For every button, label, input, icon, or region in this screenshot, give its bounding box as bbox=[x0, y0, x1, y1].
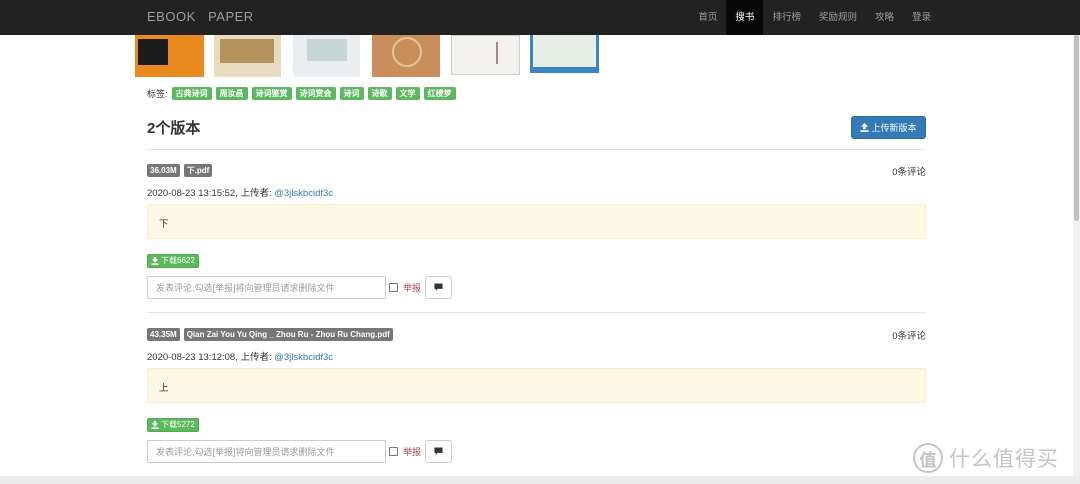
vertical-scrollbar[interactable] bbox=[1073, 35, 1080, 484]
nav-item-search-books[interactable]: 搜书 bbox=[726, 0, 764, 35]
version-entry: 36.03M 下.pdf 0条评论 2020-08-23 13:15:52, 上… bbox=[147, 164, 926, 314]
report-checkbox[interactable] bbox=[389, 447, 398, 456]
upload-datetime: 2020-08-23 13:15:52, bbox=[147, 188, 238, 199]
file-badges: 36.03M 下.pdf bbox=[147, 164, 216, 177]
top-navbar: EBOOK PAPER 首页 搜书 排行榜 奖励规则 攻略 登录 bbox=[0, 0, 1080, 35]
nav-item-guide[interactable]: 攻略 bbox=[866, 0, 903, 35]
download-button[interactable]: 下载6622 bbox=[147, 254, 199, 268]
comments-count[interactable]: 0条评论 bbox=[892, 164, 926, 178]
comments-count[interactable]: 0条评论 bbox=[892, 328, 926, 342]
download-button[interactable]: 下载5272 bbox=[147, 418, 199, 432]
version-entry: 43.35M Qian Zai You Yu Qing _ Zhou Ru - … bbox=[147, 328, 926, 478]
tag[interactable]: 周汝昌 bbox=[215, 87, 248, 100]
upload-meta: 2020-08-23 13:15:52, 上传者: @3jlskbcidf3c bbox=[147, 185, 333, 199]
comment-input[interactable] bbox=[147, 276, 386, 299]
description-text: 下 bbox=[159, 219, 169, 230]
comment-input[interactable] bbox=[147, 440, 386, 463]
tags-label: 标签: bbox=[147, 89, 168, 99]
tag[interactable]: 古典诗词 bbox=[171, 87, 212, 100]
uploader-link[interactable]: @3jlskbcidf3c bbox=[274, 188, 333, 199]
file-badges: 43.35M Qian Zai You Yu Qing _ Zhou Ru - … bbox=[147, 328, 397, 341]
tag[interactable]: 诗词 bbox=[339, 87, 364, 100]
book-cover[interactable] bbox=[372, 35, 440, 77]
comment-icon bbox=[434, 447, 443, 456]
watermark: 值 什么值得买 bbox=[913, 443, 1059, 473]
uploader-link[interactable]: @3jlskbcidf3c bbox=[274, 352, 333, 363]
file-name-badge: 下.pdf bbox=[183, 164, 213, 177]
uploader-label: 上传者: bbox=[240, 352, 272, 363]
report-checkbox[interactable] bbox=[389, 283, 398, 292]
file-size-badge: 36.03M bbox=[147, 164, 180, 177]
tag[interactable]: 诗词鉴赏 bbox=[251, 87, 292, 100]
tag-list: 标签: 古典诗词 周汝昌 诗词鉴赏 诗词赏会 诗词 诗歌 文学 红楼梦 bbox=[147, 87, 460, 100]
download-count-label: 下载5272 bbox=[161, 420, 195, 429]
file-size-badge: 43.35M bbox=[147, 328, 180, 341]
upload-datetime: 2020-08-23 13:12:08, bbox=[147, 352, 238, 363]
nav-item-login[interactable]: 登录 bbox=[903, 0, 940, 35]
report-label: 举报 bbox=[403, 283, 422, 293]
book-cover[interactable] bbox=[214, 35, 281, 77]
brand-logo[interactable]: EBOOK PAPER bbox=[147, 9, 254, 24]
description-text: 上 bbox=[159, 383, 169, 394]
tag[interactable]: 文学 bbox=[395, 87, 420, 100]
nav-item-reward-rules[interactable]: 奖励规则 bbox=[810, 0, 866, 35]
upload-button-label: 上传新版本 bbox=[871, 123, 917, 133]
scrollbar-thumb[interactable] bbox=[1074, 35, 1079, 221]
watermark-logo-icon: 值 bbox=[913, 443, 943, 473]
book-cover[interactable] bbox=[451, 35, 520, 75]
book-cover[interactable] bbox=[530, 35, 599, 73]
watermark-text: 什么值得买 bbox=[949, 447, 1059, 471]
download-count-label: 下载6622 bbox=[161, 256, 195, 265]
nav-item-ranking[interactable]: 排行榜 bbox=[763, 0, 810, 35]
tag[interactable]: 红楼梦 bbox=[423, 87, 456, 100]
send-comment-button[interactable] bbox=[425, 276, 452, 299]
file-name-badge: Qian Zai You Yu Qing _ Zhou Ru - Zhou Ru… bbox=[183, 328, 393, 341]
book-cover[interactable] bbox=[293, 35, 360, 77]
tag[interactable]: 诗词赏会 bbox=[295, 87, 336, 100]
send-comment-button[interactable] bbox=[425, 440, 452, 463]
divider bbox=[147, 149, 926, 150]
upload-meta: 2020-08-23 13:12:08, 上传者: @3jlskbcidf3c bbox=[147, 349, 333, 363]
version-description: 上 bbox=[147, 368, 926, 403]
upload-icon bbox=[860, 123, 870, 132]
book-cover[interactable] bbox=[135, 35, 204, 77]
report-label: 举报 bbox=[403, 447, 422, 457]
versions-title: 2个版本 bbox=[147, 120, 201, 137]
divider bbox=[147, 312, 926, 313]
version-description: 下 bbox=[147, 204, 926, 239]
nav-menu: 首页 搜书 排行榜 奖励规则 攻略 登录 bbox=[689, 0, 940, 35]
uploader-label: 上传者: bbox=[240, 188, 272, 199]
comment-icon bbox=[434, 283, 443, 292]
upload-new-version-button[interactable]: 上传新版本 bbox=[851, 116, 926, 139]
tag[interactable]: 诗歌 bbox=[367, 87, 392, 100]
nav-item-home[interactable]: 首页 bbox=[689, 0, 726, 35]
download-icon bbox=[151, 421, 159, 429]
horizontal-scrollbar[interactable] bbox=[0, 476, 1080, 484]
download-icon bbox=[151, 257, 159, 265]
